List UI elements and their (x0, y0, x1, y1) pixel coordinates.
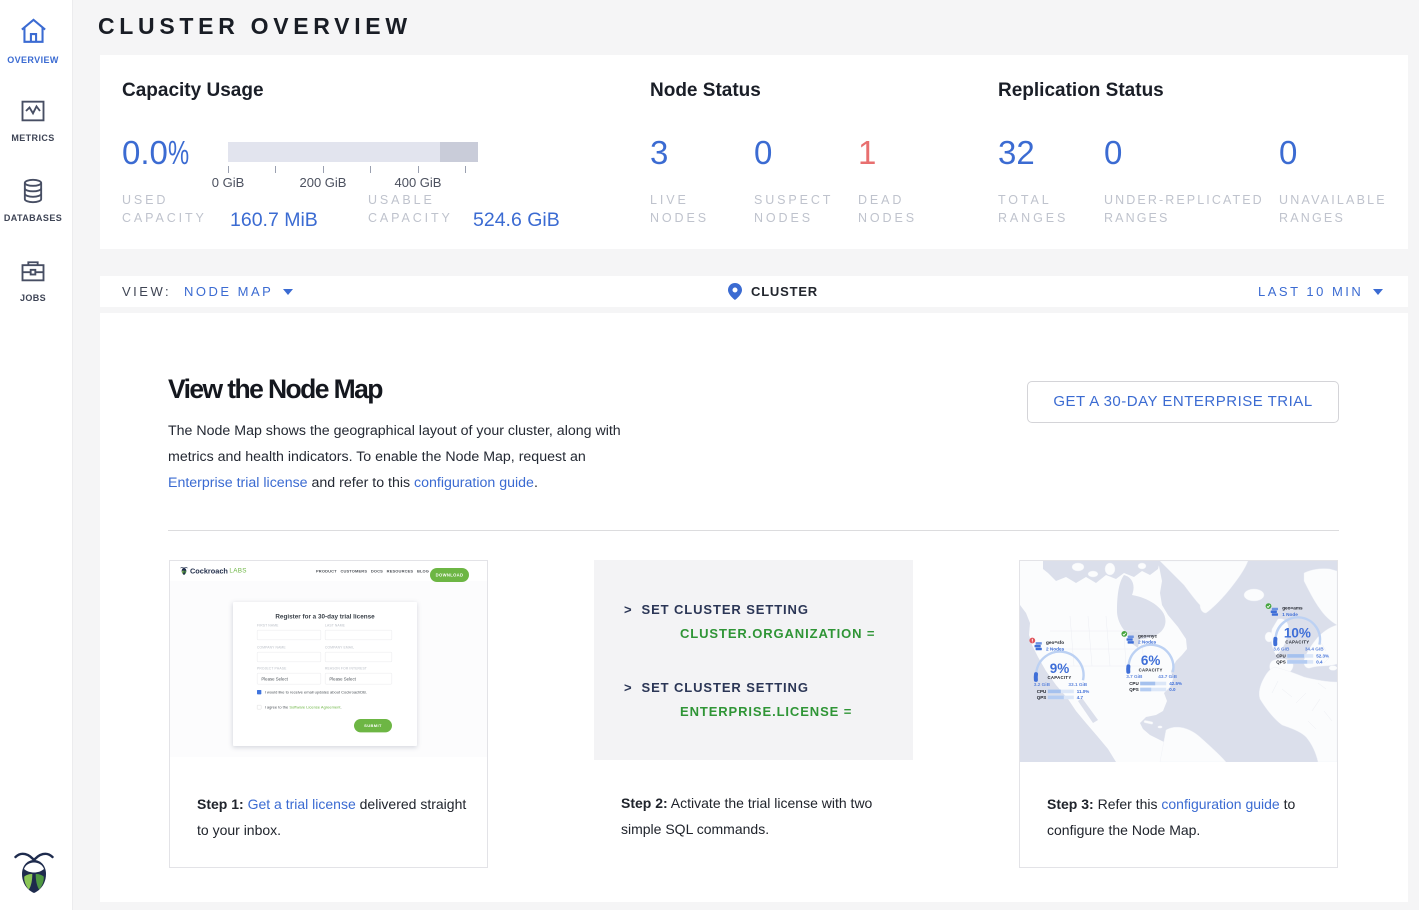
svg-text:CPU: CPU (1037, 689, 1047, 694)
svg-text:10%: 10% (1284, 625, 1311, 640)
svg-text:geo=sfo: geo=sfo (1046, 640, 1064, 645)
svg-text:4.7: 4.7 (1077, 695, 1084, 700)
svg-text:52.3%: 52.3% (1316, 654, 1329, 659)
svg-text:CPU: CPU (1129, 681, 1139, 686)
svg-text:QPS: QPS (1276, 660, 1286, 665)
svg-text:6%: 6% (1141, 653, 1161, 668)
svg-text:CPU: CPU (1276, 654, 1286, 659)
svg-text:3.6 GiB: 3.6 GiB (1273, 647, 1290, 652)
svg-text:QPS: QPS (1129, 687, 1139, 692)
svg-text:CAPACITY: CAPACITY (1139, 667, 1163, 672)
svg-text:11.0%: 11.0% (1077, 689, 1090, 694)
svg-text:geo=ams: geo=ams (1282, 606, 1303, 611)
svg-text:42.5%: 42.5% (1169, 681, 1182, 686)
svg-text:43.7 GiB: 43.7 GiB (1158, 674, 1177, 679)
svg-text:0.4: 0.4 (1316, 660, 1323, 665)
svg-text:3.2 GiB: 3.2 GiB (1034, 682, 1051, 687)
svg-text:33.1 GiB: 33.1 GiB (1068, 682, 1087, 687)
svg-text:9%: 9% (1050, 661, 1070, 676)
svg-text:geo=nyc: geo=nyc (1138, 633, 1158, 638)
svg-text:0.0: 0.0 (1169, 687, 1176, 692)
svg-text:34.4 GiB: 34.4 GiB (1305, 647, 1324, 652)
svg-text:QPS: QPS (1037, 695, 1047, 700)
svg-text:CAPACITY: CAPACITY (1285, 640, 1309, 645)
svg-text:CAPACITY: CAPACITY (1047, 675, 1071, 680)
svg-text:3.7 GiB: 3.7 GiB (1126, 674, 1143, 679)
